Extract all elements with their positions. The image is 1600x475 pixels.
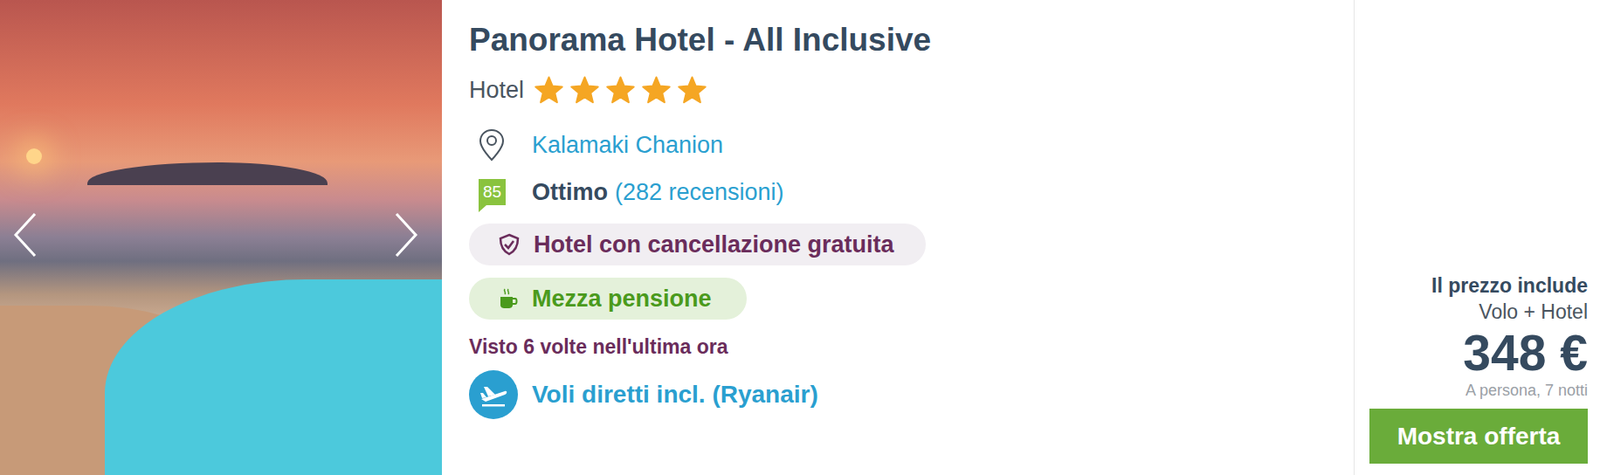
star-icon [570,75,600,104]
star-icon [677,75,707,104]
hotel-category: Hotel [468,75,525,105]
board-badge: Mezza pensione [468,277,747,320]
price-amount: 348 € [1462,324,1588,381]
hotel-info: Panorama Hotel - All Inclusive Hotel Kal… [441,0,1354,475]
show-offer-button[interactable]: Mostra offerta [1369,408,1588,464]
price-note: A persona, 7 notti [1465,380,1588,400]
rating-score: 85 [478,179,506,206]
star-icon [606,75,635,104]
flights-link[interactable]: Voli diretti incl. (Ryanair) [531,380,819,409]
location-link[interactable]: Kalamaki Chanion [531,130,724,160]
airplane-icon [478,381,509,408]
price-includes-label: Il prezzo include [1431,272,1588,299]
hotel-photo[interactable] [0,0,442,475]
rating-label: Ottimo [531,179,608,207]
hotel-title[interactable]: Panorama Hotel - All Inclusive [468,19,932,62]
location-pin-icon [478,128,505,162]
next-arrow-icon[interactable] [393,212,420,258]
prev-arrow-icon[interactable] [12,212,39,258]
star-icon [534,75,564,104]
cup-icon [498,287,518,311]
views-notice: Visto 6 volte nell'ultima ora [468,333,728,360]
price-panel: Il prezzo include Volo + Hotel 348 € A p… [1353,0,1600,475]
price-includes: Volo + Hotel [1478,298,1588,325]
star-icon [641,75,671,104]
cancellation-badge: Hotel con cancellazione gratuita [468,223,926,266]
star-rating [534,75,707,104]
reviews-link[interactable]: (282 recensioni) [614,179,785,207]
shield-icon [498,233,520,256]
